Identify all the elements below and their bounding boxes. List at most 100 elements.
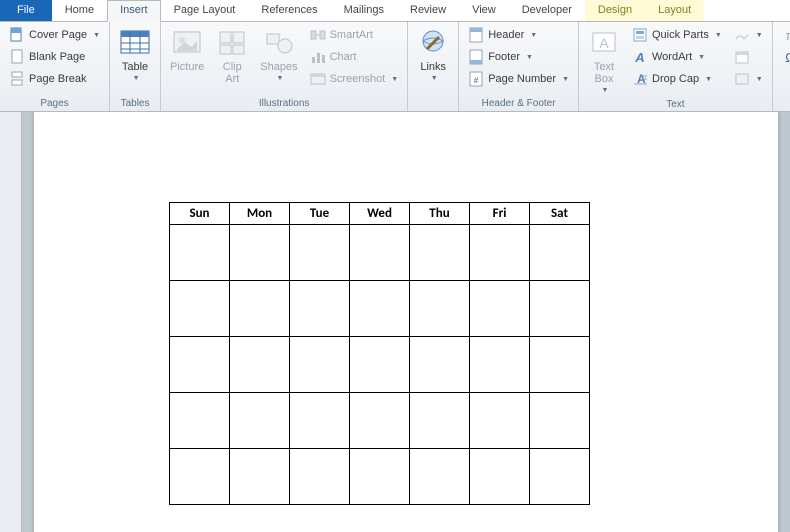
calendar-header-cell[interactable]: Sun (170, 203, 230, 225)
group-illustrations: Picture Clip Art Shapes ▼ (161, 22, 408, 111)
tab-view[interactable]: View (459, 0, 509, 21)
header-label: Header (488, 29, 524, 41)
cover-page-label: Cover Page (29, 29, 87, 41)
equation-button[interactable]: π Equation (777, 24, 790, 46)
page-break-button[interactable]: Page Break (4, 68, 105, 90)
cover-page-icon (9, 27, 25, 43)
clip-art-button[interactable]: Clip Art (211, 24, 253, 88)
shapes-icon (263, 27, 295, 59)
tab-home[interactable]: Home (52, 0, 107, 21)
page-number-button[interactable]: # Page Number ▼ (463, 68, 574, 90)
text-box-label: Text Box (594, 61, 614, 85)
picture-icon (171, 27, 203, 59)
group-symbols-label: Symbols (777, 96, 790, 111)
table-label: Table (122, 61, 148, 73)
blank-page-label: Blank Page (29, 51, 85, 63)
calendar-body (170, 225, 590, 505)
tab-design[interactable]: Design (585, 0, 645, 21)
group-tables-label: Tables (114, 96, 156, 111)
screenshot-icon (310, 71, 326, 87)
chart-button[interactable]: Chart (305, 46, 404, 68)
calendar-header-cell[interactable]: Sat (530, 203, 590, 225)
smartart-button[interactable]: SmartArt (305, 24, 404, 46)
picture-label: Picture (170, 61, 204, 73)
group-illustrations-label: Illustrations (165, 96, 403, 111)
wordart-icon: A (632, 49, 648, 65)
tab-references[interactable]: References (248, 0, 330, 21)
tab-review[interactable]: Review (397, 0, 459, 21)
dropdown-icon: ▼ (756, 76, 763, 83)
tab-file[interactable]: File (0, 0, 52, 21)
calendar-header-cell[interactable]: Thu (410, 203, 470, 225)
clip-art-icon (216, 27, 248, 59)
calendar-header-row: Sun Mon Tue Wed Thu Fri Sat (170, 203, 590, 225)
table-row (170, 449, 590, 505)
smartart-label: SmartArt (330, 29, 373, 41)
document-page[interactable]: Sun Mon Tue Wed Thu Fri Sat (34, 112, 778, 532)
group-header-footer-label: Header & Footer (463, 96, 574, 111)
footer-button[interactable]: Footer ▼ (463, 46, 574, 68)
drop-cap-button[interactable]: A Drop Cap ▼ (627, 68, 727, 90)
dropdown-icon: ▼ (705, 76, 712, 83)
calendar-header-cell[interactable]: Mon (230, 203, 290, 225)
page-break-label: Page Break (29, 73, 86, 85)
dropdown-icon: ▼ (756, 32, 763, 39)
symbol-button[interactable]: Ω Symbol ▼ (777, 46, 790, 68)
vertical-ruler[interactable] (0, 112, 22, 532)
dropdown-icon: ▼ (562, 76, 569, 83)
date-time-button[interactable] (729, 46, 768, 68)
text-box-button[interactable]: A Text Box ▼ (583, 24, 625, 97)
tab-page-layout[interactable]: Page Layout (161, 0, 249, 21)
group-text-label: Text (583, 97, 768, 112)
footer-label: Footer (488, 51, 520, 63)
screenshot-label: Screenshot (330, 73, 386, 85)
page-number-icon: # (468, 71, 484, 87)
symbol-icon: Ω (782, 49, 790, 65)
table-row (170, 393, 590, 449)
tab-mailings[interactable]: Mailings (331, 0, 397, 21)
calendar-header-cell[interactable]: Wed (350, 203, 410, 225)
header-button[interactable]: Header ▼ (463, 24, 574, 46)
quick-parts-icon (632, 27, 648, 43)
dropdown-icon: ▼ (715, 32, 722, 39)
picture-button[interactable]: Picture (165, 24, 209, 76)
wordart-button[interactable]: A WordArt ▼ (627, 46, 727, 68)
group-tables: Table ▼ Tables (110, 22, 161, 111)
header-icon (468, 27, 484, 43)
dropdown-icon: ▼ (530, 32, 537, 39)
links-label: Links (420, 61, 446, 73)
blank-page-button[interactable]: Blank Page (4, 46, 105, 68)
drop-cap-label: Drop Cap (652, 73, 699, 85)
text-box-icon: A (588, 27, 620, 59)
links-button[interactable]: Links ▼ (412, 24, 454, 85)
footer-icon (468, 49, 484, 65)
svg-text:Ω: Ω (785, 50, 790, 65)
screenshot-button[interactable]: Screenshot ▼ (305, 68, 404, 90)
quick-parts-button[interactable]: Quick Parts ▼ (627, 24, 727, 46)
calendar-table[interactable]: Sun Mon Tue Wed Thu Fri Sat (169, 202, 590, 505)
dropdown-icon: ▼ (602, 87, 609, 94)
svg-text:A: A (599, 35, 609, 51)
calendar-header-cell[interactable]: Fri (470, 203, 530, 225)
shapes-button[interactable]: Shapes ▼ (255, 24, 302, 85)
svg-text:π: π (785, 28, 790, 43)
svg-text:A: A (634, 50, 644, 65)
blank-page-icon (9, 49, 25, 65)
page-viewport[interactable]: Sun Mon Tue Wed Thu Fri Sat (22, 112, 790, 532)
dropdown-icon: ▼ (133, 75, 140, 82)
table-row (170, 337, 590, 393)
signature-line-button[interactable]: ▼ (729, 24, 768, 46)
tab-layout[interactable]: Layout (645, 0, 704, 21)
cover-page-button[interactable]: Cover Page ▼ (4, 24, 105, 46)
calendar-header-cell[interactable]: Tue (290, 203, 350, 225)
group-pages: Cover Page ▼ Blank Page Page Break Page (0, 22, 110, 111)
links-icon (417, 27, 449, 59)
object-button[interactable]: ▼ (729, 68, 768, 90)
page-number-label: Page Number (488, 73, 556, 85)
tab-insert[interactable]: Insert (107, 0, 161, 22)
tab-developer[interactable]: Developer (509, 0, 585, 21)
chart-label: Chart (330, 51, 357, 63)
table-button[interactable]: Table ▼ (114, 24, 156, 85)
dropdown-icon: ▼ (276, 75, 283, 82)
group-header-footer: Header ▼ Footer ▼ # Page Number ▼ (459, 22, 579, 111)
